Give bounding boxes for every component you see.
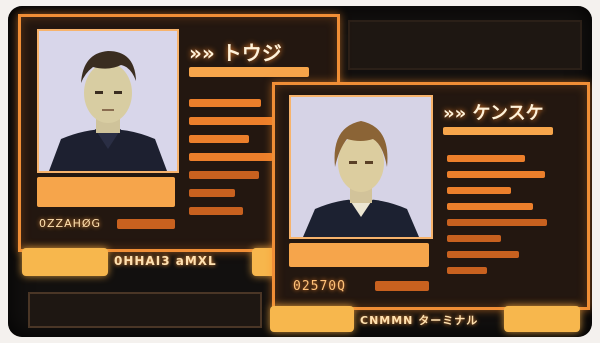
card1-name-underline bbox=[189, 67, 309, 77]
card2-stat-1 bbox=[447, 155, 525, 162]
card2-footer-text: CNMMN ターミナル bbox=[360, 314, 479, 327]
card2-stat-5 bbox=[447, 219, 547, 226]
card1-stat-4 bbox=[189, 153, 273, 161]
male-student-icon bbox=[39, 31, 177, 171]
card2-left-button[interactable] bbox=[270, 306, 354, 332]
card1-stat-1 bbox=[189, 99, 261, 107]
portrait-2[interactable] bbox=[289, 95, 433, 239]
portrait-1[interactable] bbox=[37, 29, 179, 173]
card2-label-block bbox=[289, 243, 429, 267]
card2-name-underline bbox=[443, 127, 553, 135]
message-box bbox=[28, 292, 262, 328]
card1-left-button[interactable] bbox=[22, 248, 108, 276]
top-right-panel bbox=[348, 20, 582, 70]
card1-stat-2 bbox=[189, 117, 281, 125]
card2-name: »» ケンスケ bbox=[443, 103, 544, 124]
card2-code-bar bbox=[375, 281, 429, 291]
card1-name: »» トウジ bbox=[189, 41, 282, 65]
game-screen: »» トウジ 0ZZAHØG 0HHAI3 aMXL »» ケンスケ 02570… bbox=[8, 6, 592, 337]
card1-code: 0ZZAHØG bbox=[39, 217, 102, 230]
card1-stat-3 bbox=[189, 135, 249, 143]
card2-stat-6 bbox=[447, 235, 501, 242]
card1-footer-text: 0HHAI3 aMXL bbox=[114, 254, 217, 268]
card1-stat-7 bbox=[189, 207, 243, 215]
profile-card-2[interactable]: »» ケンスケ 02570Q bbox=[272, 82, 590, 310]
card2-stat-8 bbox=[447, 267, 487, 274]
card2-stat-4 bbox=[447, 203, 533, 210]
card2-stat-2 bbox=[447, 171, 545, 178]
card1-stat-5 bbox=[189, 171, 259, 179]
card2-right-button[interactable] bbox=[504, 306, 580, 332]
card1-stat-6 bbox=[189, 189, 235, 197]
card2-stat-3 bbox=[447, 187, 511, 194]
female-student-icon bbox=[291, 97, 431, 237]
card1-code-bar bbox=[117, 219, 175, 229]
card2-stat-7 bbox=[447, 251, 519, 258]
card1-label-block bbox=[37, 177, 175, 207]
card2-code: 02570Q bbox=[293, 279, 346, 294]
